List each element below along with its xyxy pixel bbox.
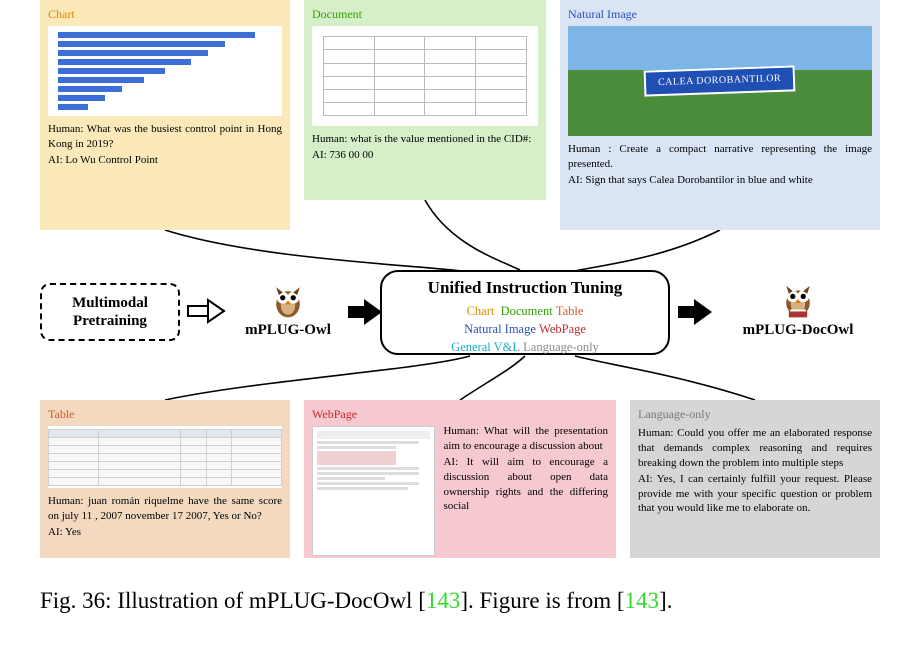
webpage-thumbnail [312, 426, 435, 556]
tag-language: Language-only [523, 340, 599, 354]
unified-box: Unified Instruction Tuning Chart Documen… [380, 270, 670, 355]
docowl-icon [777, 278, 819, 320]
caption-mid: ]. Figure is from [ [460, 588, 624, 613]
language-card: Language-only Human: Could you offer me … [630, 400, 880, 558]
chart-human: Human: What was the busiest control poin… [48, 122, 282, 152]
language-ai: AI: Yes, I can certainly fulfill your re… [638, 472, 872, 517]
table-card: Table Human: juan román riquelme have th… [40, 400, 290, 558]
caption-prefix: Fig. 36: Illustration of mPLUG-DocOwl [ [40, 588, 426, 613]
webpage-label: WebPage [312, 406, 608, 422]
document-ai: AI: 736 00 00 [312, 148, 538, 163]
unified-tags: Chart Document Table Natural Image WebPa… [390, 302, 660, 356]
mplug-docowl-label: mPLUG-DocOwl [718, 322, 878, 339]
natural-label: Natural Image [568, 6, 872, 22]
natural-thumbnail: CALEA DOROBANTILOR [568, 26, 872, 136]
natural-card: Natural Image CALEA DOROBANTILOR Human :… [560, 0, 880, 230]
tag-chart: Chart [467, 304, 495, 318]
caption-ref2: 143 [625, 588, 660, 613]
diagram-figure: Chart Human: What was the busiest contro… [0, 0, 922, 560]
figure-caption: Fig. 36: Illustration of mPLUG-DocOwl [1… [40, 585, 880, 616]
natural-qa: Human : Create a compact narrative repre… [568, 142, 872, 188]
language-qa: Human: Could you offer me an elaborated … [638, 426, 872, 516]
pretrain-label: Multimodal Pretraining [42, 294, 178, 330]
table-human: Human: juan román riquelme have the same… [48, 494, 282, 524]
chart-qa: Human: What was the busiest control poin… [48, 122, 282, 168]
tag-natural: Natural Image [464, 322, 536, 336]
webpage-qa: Human: What will the presentation aim to… [443, 424, 608, 556]
webpage-card: WebPage Human: What will the presentatio… [304, 400, 616, 558]
unified-title: Unified Instruction Tuning [390, 278, 660, 298]
mplug-owl-label: mPLUG-Owl [228, 322, 348, 339]
caption-suffix: ]. [659, 588, 672, 613]
tag-webpage: WebPage [539, 322, 586, 336]
tag-document: Document [501, 304, 553, 318]
language-human: Human: Could you offer me an elaborated … [638, 426, 872, 471]
document-label: Document [312, 6, 538, 22]
natural-ai: AI: Sign that says Calea Dorobantilor in… [568, 173, 872, 188]
tag-general: General V&L [451, 340, 520, 354]
table-label: Table [48, 406, 282, 422]
language-label: Language-only [638, 406, 872, 422]
document-human: Human: what is the value mentioned in th… [312, 132, 538, 147]
caption-ref1: 143 [426, 588, 461, 613]
chart-label: Chart [48, 6, 282, 22]
table-qa: Human: juan román riquelme have the same… [48, 494, 282, 540]
table-thumbnail [48, 426, 282, 488]
chart-ai: AI: Lo Wu Control Point [48, 153, 282, 168]
mplug-owl-box: mPLUG-Owl [228, 278, 348, 339]
table-ai: AI: Yes [48, 525, 282, 540]
document-thumbnail [312, 26, 538, 126]
mplug-docowl-box: mPLUG-DocOwl [718, 278, 878, 339]
street-sign-plate: CALEA DOROBANTILOR [644, 66, 796, 97]
document-card: Document Human: what is the value mentio… [304, 0, 546, 200]
natural-human: Human : Create a compact narrative repre… [568, 142, 872, 172]
chart-thumbnail [48, 26, 282, 116]
tag-table: Table [556, 304, 584, 318]
webpage-ai: AI: It will aim to encourage a discussio… [443, 455, 608, 514]
webpage-human: Human: What will the presentation aim to… [443, 424, 608, 454]
document-qa: Human: what is the value mentioned in th… [312, 132, 538, 163]
chart-card: Chart Human: What was the busiest contro… [40, 0, 290, 230]
owl-icon [267, 278, 309, 320]
pretrain-box: Multimodal Pretraining [40, 283, 180, 341]
